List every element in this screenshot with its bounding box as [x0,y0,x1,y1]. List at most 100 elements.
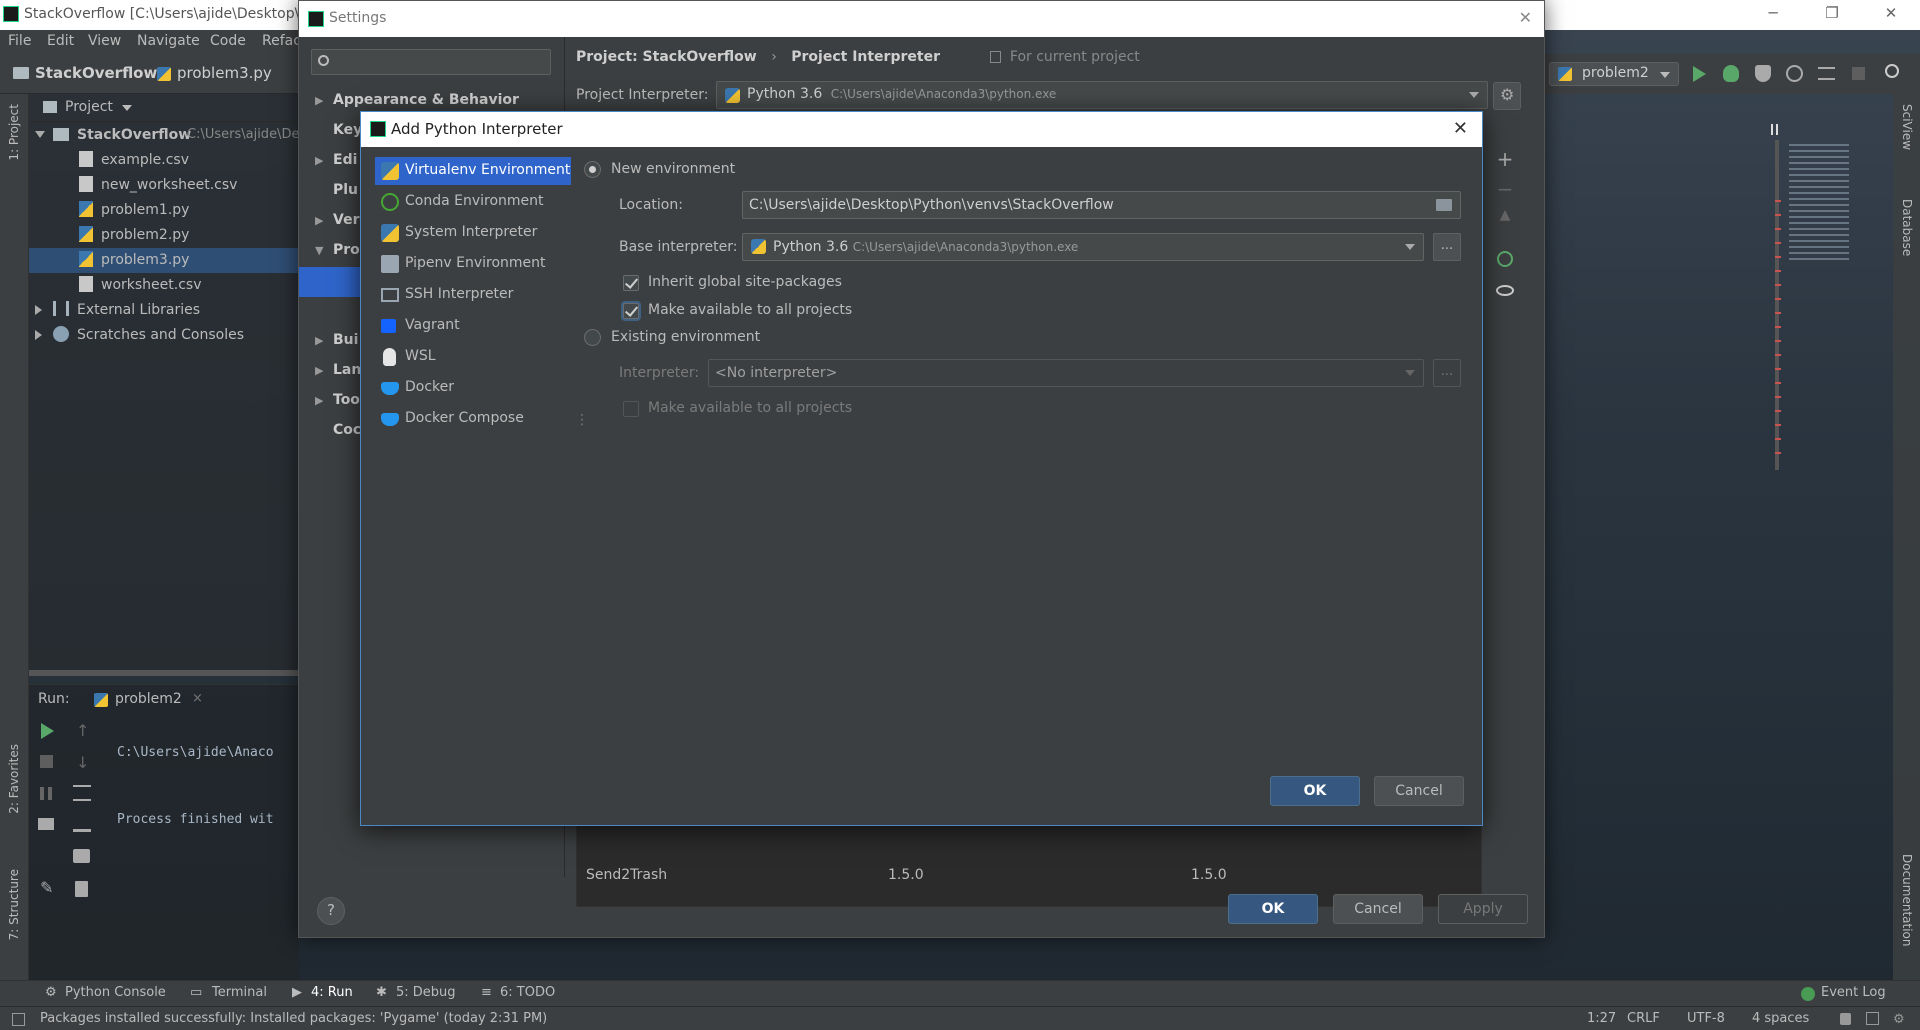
tab-python-console[interactable]: Python Console [65,985,166,1000]
settings-gear-icon[interactable]: ⚙ [1893,1012,1905,1027]
tool-tab-structure[interactable]: 7: Structure [7,869,21,940]
new-environment-label[interactable]: New environment [611,161,735,177]
tab-terminal[interactable]: Terminal [212,985,267,1000]
layout-icon[interactable] [38,818,54,830]
settings-item-build[interactable]: ▶ Bui [315,332,358,348]
help-button[interactable]: ? [317,897,345,925]
stop-icon[interactable] [1852,67,1865,80]
ok-button[interactable]: OK [1270,776,1360,806]
run-tab-label[interactable]: problem2 [115,691,182,707]
search-icon[interactable] [1885,64,1899,78]
close-icon[interactable]: ✕ [1453,118,1468,139]
new-environment-radio[interactable] [584,161,601,178]
type-virtualenv[interactable]: Virtualenv Environment [375,157,571,185]
settings-item-appearance[interactable]: ▶ Appearance & Behavior [315,92,519,108]
type-system[interactable]: System Interpreter [375,219,571,247]
folder-browse-icon[interactable] [1436,199,1452,211]
type-docker[interactable]: Docker [375,374,571,402]
pause-icon[interactable] [40,787,52,800]
file-encoding[interactable]: UTF-8 [1687,1011,1725,1026]
up-arrow-icon[interactable]: ↑ [76,721,89,740]
tool-windows-icon[interactable] [12,1013,25,1026]
line-separator[interactable]: CRLF [1627,1011,1660,1026]
settings-item-languages[interactable]: ▶ Lan [315,362,361,378]
event-log-tab[interactable]: Event Log [1821,985,1886,1000]
menu-edit[interactable]: Edit [47,33,74,49]
settings-item-editor[interactable]: ▶ Edi [315,152,357,168]
settings-item-keymap[interactable]: Key [315,122,362,138]
concurrency-icon[interactable] [1818,67,1835,80]
tool-tab-documentation[interactable]: Documentation [1900,854,1914,947]
nav-project[interactable]: StackOverflow [35,64,157,82]
existing-environment-radio[interactable] [584,329,601,346]
run-configuration-select[interactable]: problem2 [1549,62,1679,86]
make-available-existing-label[interactable]: Make available to all projects [648,400,852,416]
interpreter-settings-gear-button[interactable]: ⚙ [1493,82,1521,110]
menu-file[interactable]: File [8,33,31,49]
tree-file[interactable]: problem1.py [29,198,299,223]
tab-todo[interactable]: 6: TODO [500,985,555,1000]
make-available-checkbox[interactable] [623,303,639,319]
tree-file-selected[interactable]: problem3.py [29,248,299,273]
eye-icon[interactable] [1496,285,1514,296]
rerun-icon[interactable] [41,723,54,739]
restore-icon[interactable]: ❐ [1812,4,1852,22]
close-tab-icon[interactable]: × [192,691,203,706]
remove-package-icon[interactable]: − [1491,177,1519,205]
scroll-to-end-icon[interactable] [73,816,91,832]
settings-cancel-button[interactable]: Cancel [1333,894,1423,924]
add-package-icon[interactable]: + [1491,147,1519,175]
print-icon[interactable] [73,849,90,863]
tree-file[interactable]: problem2.py [29,223,299,248]
location-input[interactable]: C:\Users\ajide\Desktop\Python\venvs\Stac… [742,191,1461,219]
settings-ok-button[interactable]: OK [1228,894,1318,924]
type-docker-compose[interactable]: Docker Compose [375,405,571,433]
debug-icon[interactable] [1723,65,1739,82]
cancel-button[interactable]: Cancel [1374,776,1464,806]
tree-file[interactable]: worksheet.csv [29,273,299,298]
refresh-icon[interactable] [1497,251,1513,267]
tree-external-libraries[interactable]: External Libraries [29,298,299,323]
interpreter-select[interactable]: <No interpreter> [708,359,1424,387]
tool-tab-database[interactable]: Database [1900,199,1914,256]
type-vagrant[interactable]: Vagrant [375,312,571,340]
tree-root[interactable]: StackOverflow C:\Users\ajide\De [29,123,299,148]
tree-file[interactable]: new_worksheet.csv [29,173,299,198]
lock-icon[interactable] [1840,1013,1851,1025]
coverage-icon[interactable] [1755,65,1771,82]
settings-item-plugins[interactable]: Plu [315,182,358,198]
interpreter-browse-button[interactable]: ... [1433,359,1461,387]
type-wsl[interactable]: WSL [375,343,571,371]
settings-apply-button[interactable]: Apply [1438,894,1528,924]
base-interpreter-browse-button[interactable]: ... [1433,233,1461,261]
menu-code[interactable]: Code [210,33,246,49]
status-message[interactable]: Packages installed successfully: Install… [40,1011,547,1026]
tool-tab-project[interactable]: 1: Project [7,104,21,161]
stop-icon[interactable] [40,755,53,768]
caret-position[interactable]: 1:27 [1587,1011,1616,1026]
type-conda[interactable]: Conda Environment [375,188,571,216]
menu-view[interactable]: View [88,33,121,49]
profile-icon[interactable] [1786,65,1803,82]
project-view-select[interactable]: Project [65,99,113,115]
pin-icon[interactable]: ✎ [40,878,53,897]
settings-item-tools[interactable]: ▶ Too [315,392,360,408]
close-window-icon[interactable]: ✕ [1871,4,1911,22]
splitter-handle[interactable]: ⋮ [575,412,589,428]
menu-refactor[interactable]: Refac [262,33,301,49]
base-interpreter-select[interactable]: Python 3.6 C:\Users\ajide\Anaconda3\pyth… [742,233,1424,261]
inherit-site-packages-label[interactable]: Inherit global site-packages [648,274,842,290]
project-interpreter-select[interactable]: Python 3.6 C:\Users\ajide\Anaconda3\pyth… [716,81,1488,109]
tree-file[interactable]: example.csv [29,148,299,173]
tab-run[interactable]: 4: Run [311,985,353,1000]
upgrade-package-icon[interactable]: ▲ [1491,207,1519,235]
type-pipenv[interactable]: Pipenv Environment [375,250,571,278]
trash-icon[interactable] [75,881,88,897]
close-icon[interactable]: ✕ [1519,8,1532,27]
settings-item-code[interactable]: Coc [315,422,361,438]
inherit-site-packages-checkbox[interactable] [623,275,639,291]
existing-environment-label[interactable]: Existing environment [611,329,760,345]
run-icon[interactable] [1693,66,1706,82]
run-console-output[interactable]: C:\Users\ajide\Anaco Process finished wi… [117,715,274,857]
tree-scratches[interactable]: Scratches and Consoles [29,323,299,348]
